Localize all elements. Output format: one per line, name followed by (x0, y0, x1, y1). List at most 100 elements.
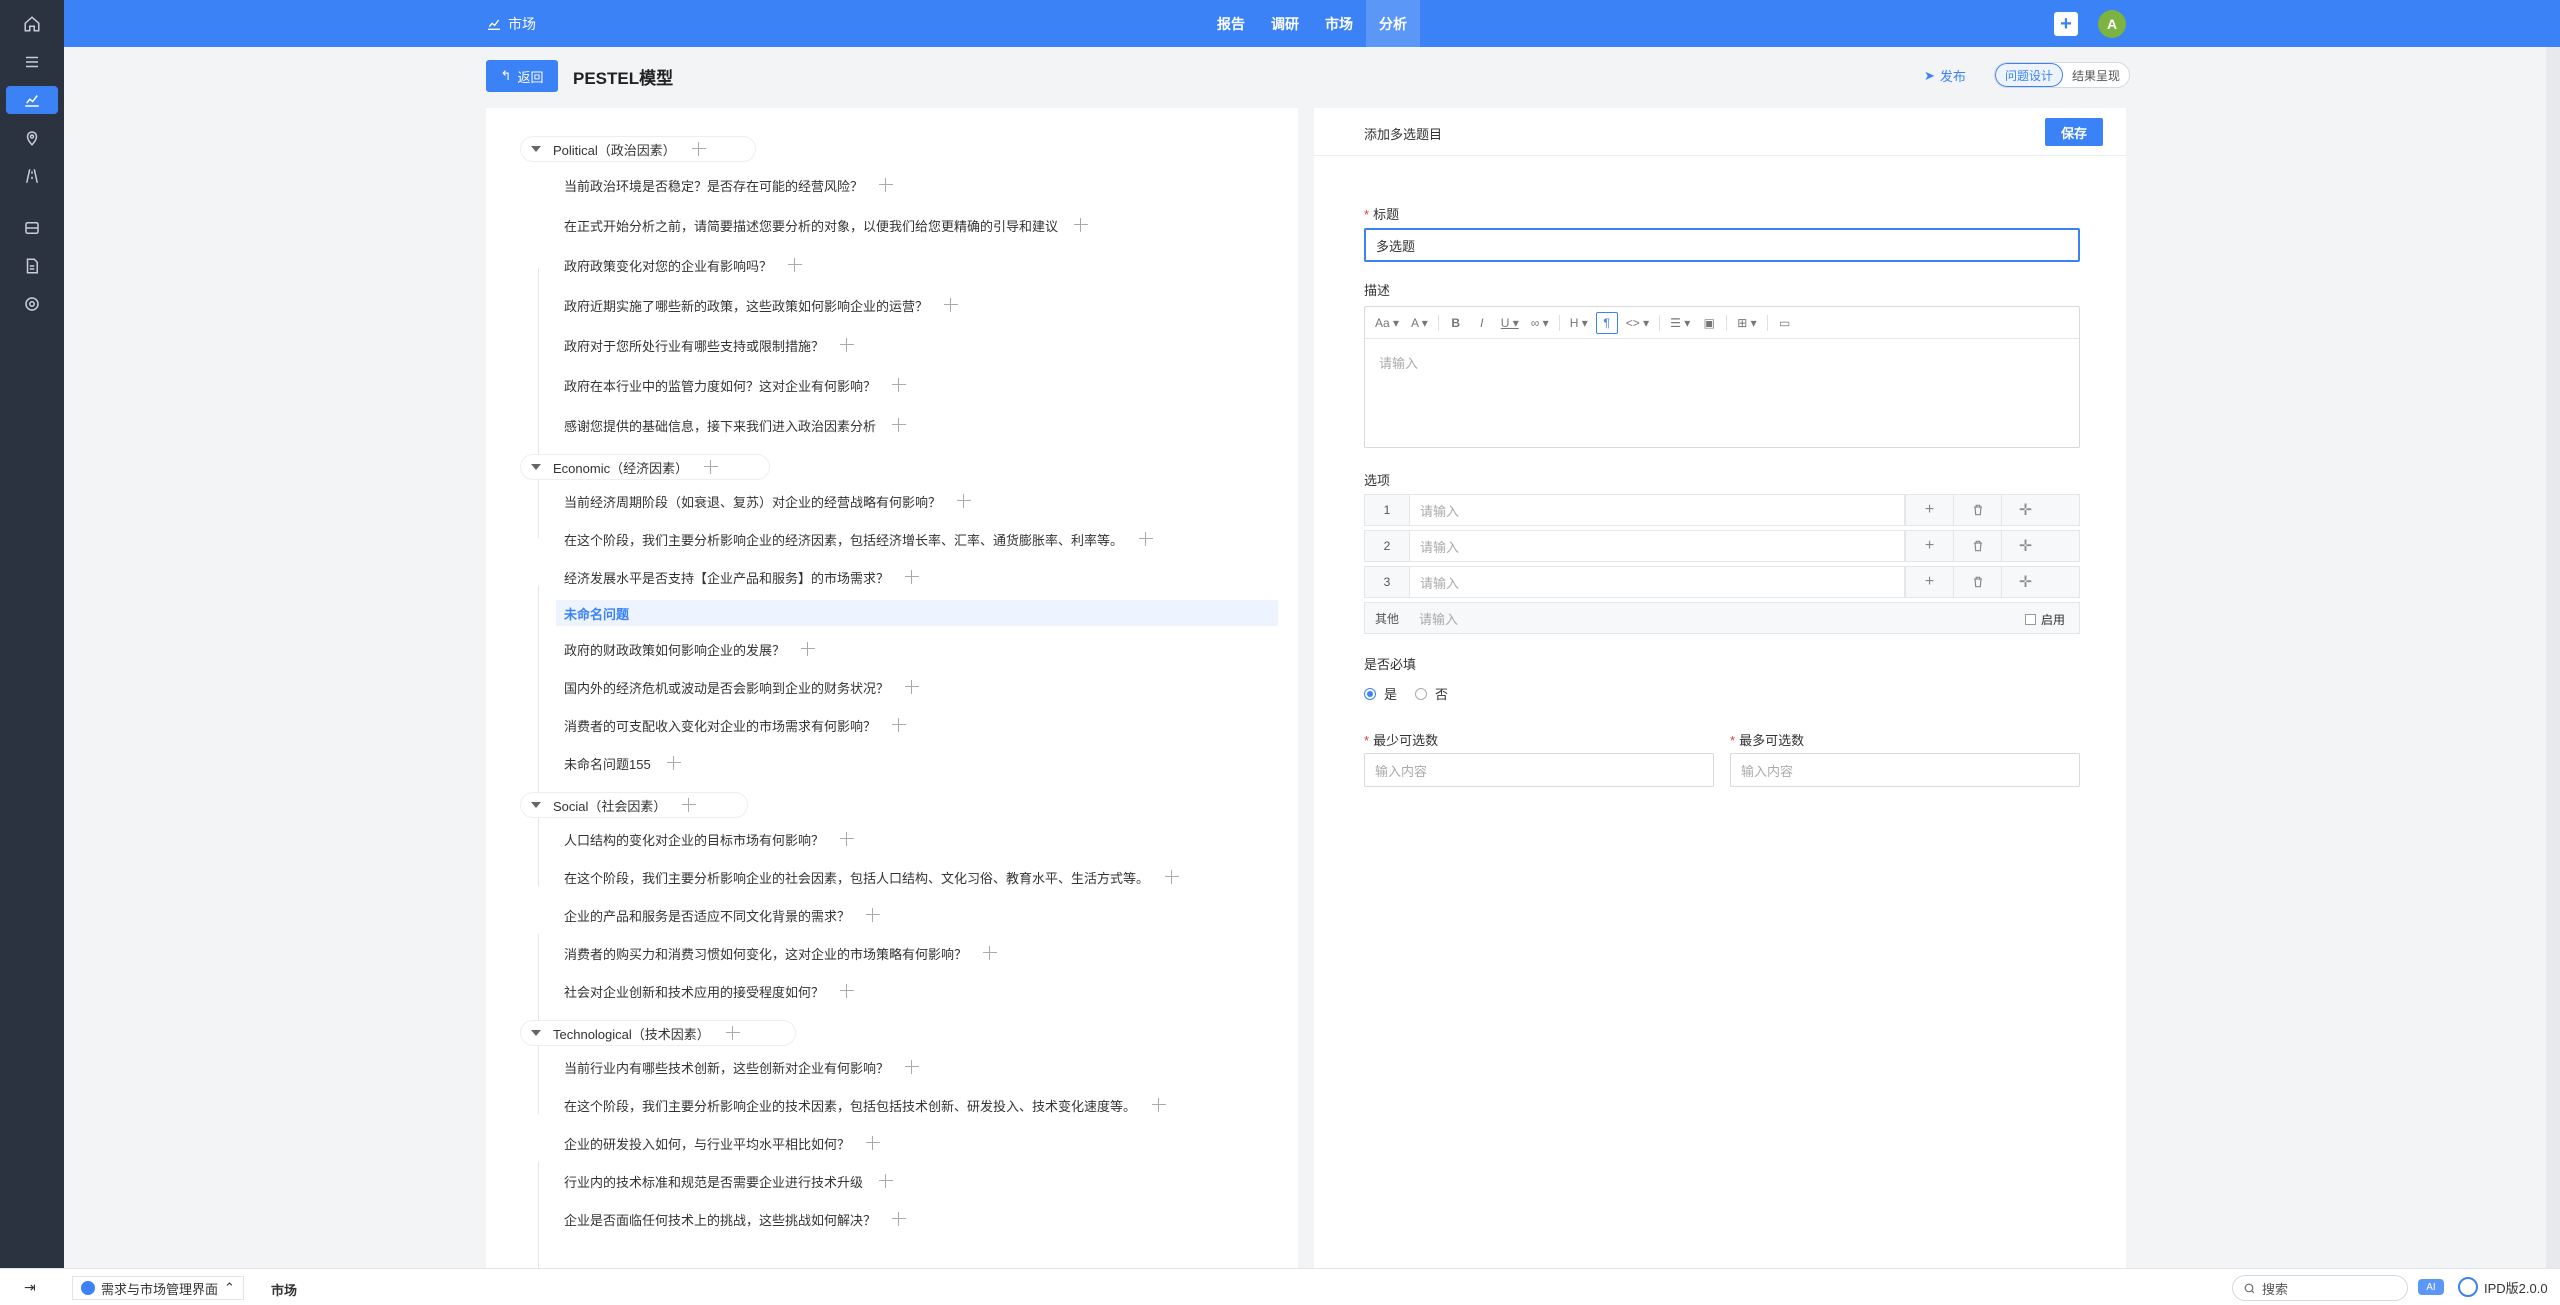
question-item[interactable]: 在这个阶段，我们主要分析影响企业的经济因素，包括经济增长率、汇率、通货膨胀率、利… (564, 526, 1154, 552)
option-input[interactable]: 请输入 (1409, 495, 1905, 525)
fullscreen-icon[interactable]: ▭ (1774, 312, 1796, 334)
image-icon[interactable]: ▣ (1698, 312, 1720, 334)
question-item[interactable]: 企业的研发投入如何，与行业平均水平相比如何？ (564, 1130, 881, 1156)
drag-icon[interactable] (905, 570, 920, 584)
storage-icon[interactable] (6, 214, 58, 242)
question-item[interactable]: 消费者的可支配收入变化对企业的市场需求有何影响？ (564, 712, 907, 738)
option-input[interactable]: 请输入 (1409, 567, 1905, 597)
collapse-icon[interactable]: ⇥ (24, 1279, 36, 1296)
option-input[interactable]: 请输入 (1409, 531, 1905, 561)
question-item[interactable]: 当前政治环境是否稳定？是否存在可能的经营风险？ (564, 172, 894, 198)
drag-icon[interactable] (866, 1136, 881, 1150)
drag-icon[interactable] (1074, 218, 1089, 232)
brand[interactable]: 市场 (486, 0, 536, 47)
question-item[interactable]: 在这个阶段，我们主要分析影响企业的社会因素，包括人口结构、文化习俗、教育水平、生… (564, 864, 1180, 890)
drag-icon[interactable] (666, 756, 681, 770)
heading-icon[interactable]: H ▾ (1566, 312, 1592, 334)
question-item[interactable]: 国内外的经济危机或波动是否会影响到企业的财务状况？ (564, 674, 920, 700)
add-option-icon[interactable]: + (1905, 567, 1953, 597)
drag-icon[interactable] (944, 298, 959, 312)
settings-icon[interactable] (6, 290, 58, 318)
bold-icon[interactable]: B (1445, 312, 1467, 334)
question-item[interactable]: 政府政策变化对您的企业有影响吗？ (564, 252, 803, 278)
page-scrollbar[interactable] (2546, 47, 2560, 1268)
nav-market[interactable]: 市场 (1312, 0, 1366, 47)
italic-icon[interactable]: I (1471, 312, 1493, 334)
add-icon[interactable]: + (2054, 12, 2078, 36)
drag-icon[interactable] (892, 418, 907, 432)
drag-icon[interactable] (879, 178, 894, 192)
bottom-tab-market[interactable]: 市场 (271, 1280, 297, 1299)
add-option-icon[interactable]: + (1905, 531, 1953, 561)
delete-icon[interactable] (1953, 567, 2001, 597)
question-item[interactable]: 人口结构的变化对企业的目标市场有何影响？ (564, 826, 855, 852)
question-item[interactable]: 在这个阶段，我们主要分析影响企业的技术因素，包括包括技术创新、研发投入、技术变化… (564, 1092, 1167, 1118)
drag-icon[interactable] (905, 680, 920, 694)
title-input[interactable]: 多选题 (1364, 228, 2080, 262)
drag-icon[interactable] (704, 460, 719, 474)
question-item[interactable]: 政府对于您所处行业有哪些支持或限制措施？ (564, 332, 855, 358)
rich-text-editor[interactable]: Aa ▾ A ▾ B I U ▾ ∞ ▾ H ▾ ¶ <> ▾ ☰ ▾ ▣ ⊞ … (1364, 306, 2080, 448)
publish-button[interactable]: ➤ 发布 (1924, 66, 1966, 85)
drag-icon[interactable] (682, 798, 697, 812)
drag-icon[interactable] (1139, 532, 1154, 546)
code-icon[interactable]: <> ▾ (1622, 312, 1653, 334)
question-item[interactable]: 当前行业内有哪些技术创新，这些创新对企业有何影响？ (564, 1054, 920, 1080)
question-item[interactable]: 消费者的购买力和消费习惯如何变化，这对企业的市场策略有何影响？ (564, 940, 998, 966)
road-icon[interactable] (6, 162, 58, 190)
other-input[interactable]: 请输入 (1409, 603, 1905, 633)
font-color-icon[interactable]: A ▾ (1407, 312, 1432, 334)
tab-result-view[interactable]: 结果呈现 (2063, 63, 2129, 87)
drag-icon[interactable] (892, 1212, 907, 1226)
drag-icon[interactable]: ✛ (2001, 567, 2049, 597)
drag-icon[interactable] (691, 142, 706, 156)
group-social[interactable]: Social（社会因素） (520, 792, 748, 818)
chart-icon[interactable] (6, 86, 58, 114)
save-button[interactable]: 保存 (2045, 118, 2103, 146)
group-technological[interactable]: Technological（技术因素） (520, 1020, 796, 1046)
home-icon[interactable] (6, 10, 58, 38)
question-item[interactable]: 政府近期实施了哪些新的政策，这些政策如何影响企业的运营？ (564, 292, 959, 318)
location-icon[interactable] (6, 124, 58, 152)
avatar[interactable]: A (2098, 10, 2126, 38)
back-button[interactable]: ↰ 返回 (486, 60, 558, 92)
nav-survey[interactable]: 调研 (1258, 0, 1312, 47)
drag-icon[interactable] (840, 984, 855, 998)
drag-icon[interactable] (983, 946, 998, 960)
question-item[interactable]: 政府在本行业中的监管力度如何？这对企业有何影响？ (564, 372, 907, 398)
drag-icon[interactable] (879, 1174, 894, 1188)
drag-icon[interactable] (892, 378, 907, 392)
drag-icon[interactable] (840, 832, 855, 846)
drag-icon[interactable] (840, 338, 855, 352)
add-option-icon[interactable]: + (1905, 495, 1953, 525)
group-economic[interactable]: Economic（经济因素） (520, 454, 770, 480)
nav-report[interactable]: 报告 (1204, 0, 1258, 47)
drag-icon[interactable] (1152, 1098, 1167, 1112)
question-item[interactable]: 行业内的技术标准和规范是否需要企业进行技术升级 (564, 1168, 894, 1194)
drag-icon[interactable] (892, 718, 907, 732)
question-item[interactable]: 社会对企业创新和技术应用的接受程度如何？ (564, 978, 855, 1004)
paragraph-icon[interactable]: ¶ (1595, 311, 1618, 334)
radio-yes[interactable] (1364, 687, 1376, 700)
drag-icon[interactable]: ✛ (2001, 531, 2049, 561)
document-icon[interactable] (6, 252, 58, 280)
group-political[interactable]: Political（政治因素） (520, 136, 756, 162)
drag-icon[interactable] (801, 642, 816, 656)
app-switcher[interactable]: 需求与市场管理界面 ⌃ (72, 1276, 244, 1300)
table-icon[interactable]: ⊞ ▾ (1733, 312, 1760, 334)
drag-icon[interactable] (905, 1060, 920, 1074)
menu-icon[interactable] (6, 48, 58, 76)
max-count-input[interactable]: 输入内容 (1730, 753, 2080, 787)
question-item[interactable]: 企业是否面临任何技术上的挑战，这些挑战如何解决？ (564, 1206, 907, 1232)
ai-assistant-icon[interactable]: AI (2418, 1279, 2444, 1295)
radio-no[interactable] (1415, 687, 1428, 700)
drag-icon[interactable] (788, 258, 803, 272)
question-item[interactable]: 在正式开始分析之前，请简要描述您要分析的对象，以便我们给您更精确的引导和建议 (564, 212, 1089, 238)
min-count-input[interactable]: 输入内容 (1364, 753, 1714, 787)
underline-icon[interactable]: U ▾ (1497, 312, 1523, 334)
drag-icon[interactable] (1165, 870, 1180, 884)
font-size-icon[interactable]: Aa ▾ (1371, 312, 1403, 334)
question-item[interactable]: 经济发展水平是否支持【企业产品和服务】的市场需求？ (564, 564, 920, 590)
drag-icon[interactable] (957, 494, 972, 508)
question-item[interactable]: 企业的产品和服务是否适应不同文化背景的需求？ (564, 902, 881, 928)
